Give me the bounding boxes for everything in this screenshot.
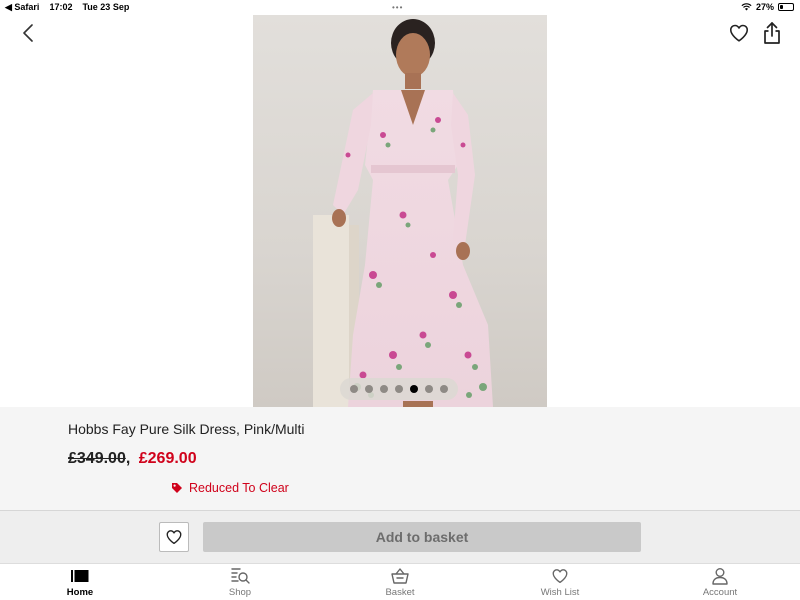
product-info-panel: Hobbs Fay Pure Silk Dress, Pink/Multi £3… <box>0 407 800 510</box>
battery-fill <box>780 5 783 9</box>
price-separator: , <box>125 450 131 467</box>
add-to-wishlist-button[interactable] <box>159 522 189 552</box>
tab-wish-list[interactable]: Wish List <box>510 566 610 598</box>
tab-shop[interactable]: Shop <box>190 566 290 598</box>
tab-label: Account <box>702 587 738 598</box>
heart-icon <box>729 24 749 42</box>
multitasking-dots-icon[interactable]: ••• <box>392 3 403 12</box>
bottom-tab-bar: Home Shop Basket Wish List Account <box>0 563 800 600</box>
basket-icon <box>391 568 409 584</box>
carousel-dot[interactable] <box>350 385 358 393</box>
tab-label: Basket <box>385 587 415 598</box>
shop-search-icon <box>231 568 250 584</box>
status-time: 17:02 <box>49 2 73 12</box>
status-bar: ◀ Safari 17:02 Tue 23 Sep ••• 27% <box>0 0 800 14</box>
tab-account[interactable]: Account <box>670 566 770 598</box>
heart-icon <box>166 530 182 545</box>
back-to-app-label[interactable]: ◀ Safari <box>5 2 39 13</box>
tab-label: Wish List <box>540 587 580 598</box>
battery-icon <box>778 3 794 11</box>
add-to-basket-button[interactable]: Add to basket <box>203 522 641 552</box>
image-carousel-dots[interactable] <box>340 378 458 400</box>
price-sale: £269.00 <box>138 450 197 467</box>
price-original: £349.00 <box>68 450 126 467</box>
account-icon <box>712 568 728 585</box>
carousel-dot[interactable] <box>380 385 388 393</box>
promo-badge[interactable]: Reduced To Clear <box>171 481 289 495</box>
product-title: Hobbs Fay Pure Silk Dress, Pink/Multi <box>68 421 305 437</box>
price-row: £349.00, £269.00 <box>68 450 197 468</box>
carousel-dot[interactable] <box>440 385 448 393</box>
tab-basket[interactable]: Basket <box>350 566 450 598</box>
share-icon <box>764 22 780 44</box>
dress-model-illustration <box>313 19 493 407</box>
share-button[interactable] <box>762 21 782 45</box>
product-image[interactable] <box>253 15 547 407</box>
wifi-icon <box>741 3 752 11</box>
carousel-dot[interactable] <box>365 385 373 393</box>
home-icon <box>71 570 89 582</box>
carousel-dot[interactable] <box>410 385 418 393</box>
back-button[interactable] <box>18 22 38 44</box>
action-bar: Add to basket <box>0 510 800 563</box>
carousel-dot[interactable] <box>425 385 433 393</box>
promo-label: Reduced To Clear <box>189 481 289 495</box>
price-tag-icon <box>172 483 182 493</box>
tab-home[interactable]: Home <box>30 566 130 598</box>
status-date: Tue 23 Sep <box>82 2 130 12</box>
heart-icon <box>552 569 568 584</box>
add-to-wishlist-top-button[interactable] <box>728 22 750 44</box>
carousel-dot[interactable] <box>395 385 403 393</box>
battery-percent: 27% <box>755 2 774 12</box>
chevron-left-icon <box>23 24 33 42</box>
tab-label: Shop <box>228 587 252 598</box>
tab-label: Home <box>66 587 94 598</box>
